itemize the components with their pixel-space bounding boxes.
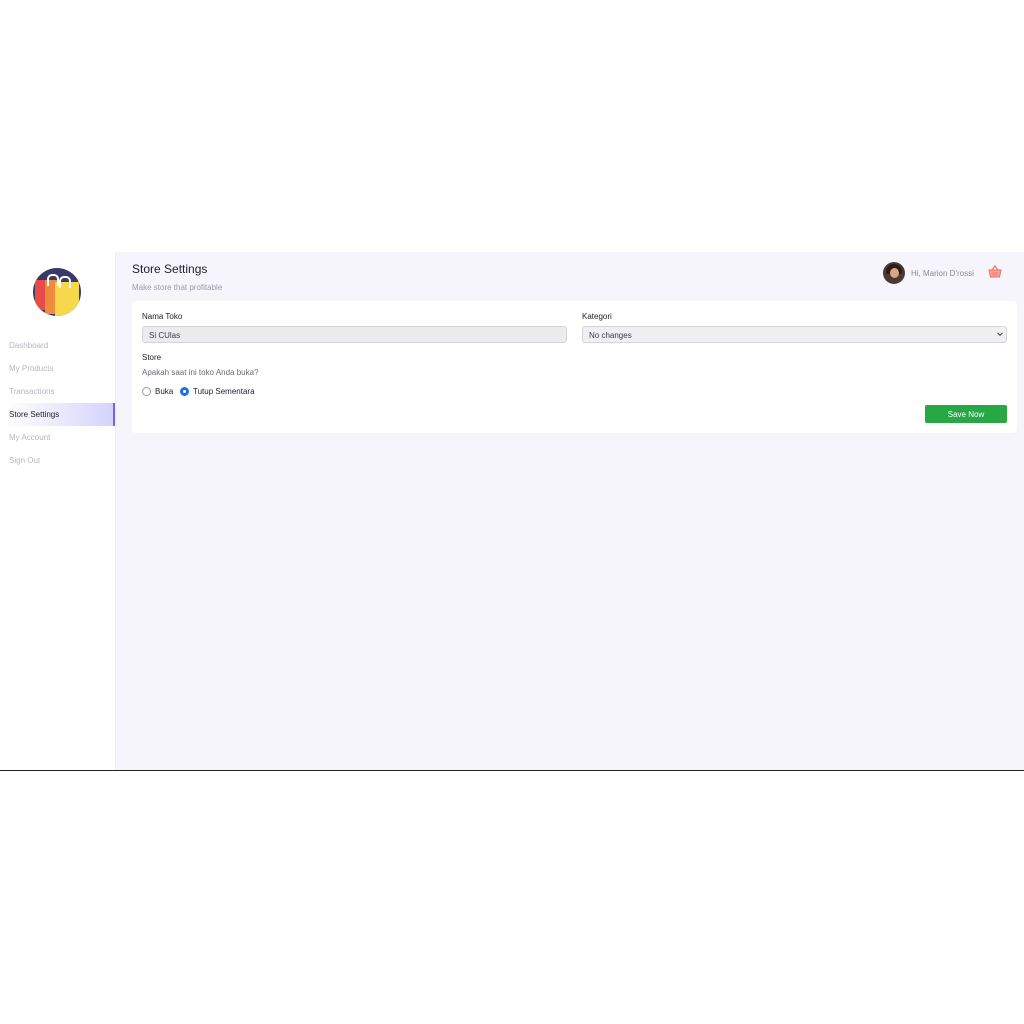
sidebar: Dashboard My Products Transactions Store…	[0, 252, 116, 770]
user-menu[interactable]: Hi, Marion D'rossi	[883, 262, 974, 284]
radio-buka-indicator[interactable]	[142, 387, 151, 396]
radio-tutup-sementara[interactable]: Tutup Sementara	[180, 387, 255, 396]
radio-tutup-sementara-label: Tutup Sementara	[193, 387, 255, 396]
store-name-input[interactable]: Si CUlas	[142, 326, 567, 343]
category-select[interactable]: No changes	[582, 326, 1007, 343]
sidebar-nav: Dashboard My Products Transactions Store…	[0, 334, 115, 472]
page-title: Store Settings	[132, 262, 208, 276]
sidebar-item-store-settings[interactable]: Store Settings	[4, 403, 115, 426]
shopping-bags-logo[interactable]	[33, 268, 81, 316]
store-name-label: Nama Toko	[142, 312, 183, 321]
radio-buka[interactable]: Buka	[142, 387, 173, 396]
sidebar-item-my-account[interactable]: My Account	[0, 426, 115, 449]
category-label: Kategori	[582, 312, 612, 321]
radio-tutup-sementara-indicator[interactable]	[180, 387, 189, 396]
sidebar-item-transactions[interactable]: Transactions	[0, 380, 115, 403]
radio-buka-label: Buka	[155, 387, 174, 396]
sidebar-item-my-products[interactable]: My Products	[0, 357, 115, 380]
sidebar-item-sign-out[interactable]: Sign Out	[0, 449, 115, 472]
user-greeting: Hi, Marion D'rossi	[911, 268, 974, 278]
store-open-question: Apakah saat ini toko Anda buka?	[142, 368, 259, 377]
store-status-label: Store	[142, 353, 162, 362]
chevron-down-icon	[997, 332, 1003, 337]
page-subtitle: Make store that profitable	[132, 283, 223, 292]
category-selected-value: No changes	[589, 331, 632, 340]
store-settings-card: Nama Toko Si CUlas Kategori No changes S…	[132, 301, 1017, 433]
save-button[interactable]: Save Now	[925, 405, 1007, 423]
app-window: Dashboard My Products Transactions Store…	[0, 252, 1024, 771]
sidebar-item-dashboard[interactable]: Dashboard	[0, 334, 115, 357]
basket-icon[interactable]	[987, 264, 1003, 280]
avatar[interactable]	[883, 262, 905, 284]
